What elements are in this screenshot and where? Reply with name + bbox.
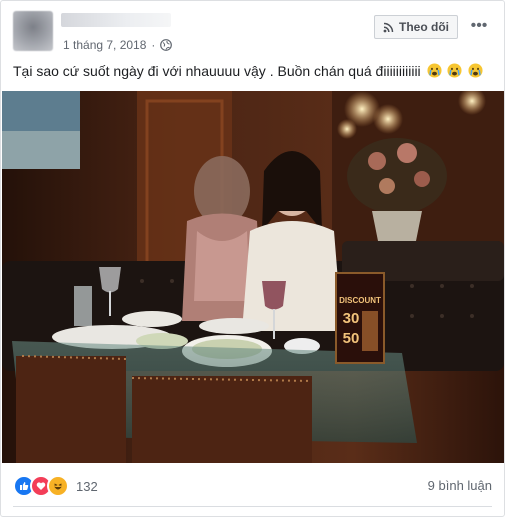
- discount-sign: DISCOUNT 30 50: [335, 272, 385, 364]
- post-header: 1 tháng 7, 2018 · Theo dõi •••: [13, 11, 492, 59]
- post-photo[interactable]: DISCOUNT 30 50: [2, 91, 504, 463]
- crying-emoji-icon: [427, 63, 442, 78]
- reaction-summary[interactable]: 132: [13, 475, 98, 497]
- sign-value-2: 50: [343, 330, 360, 347]
- globe-icon: [160, 39, 173, 51]
- post-date[interactable]: 1 tháng 7, 2018: [63, 38, 146, 52]
- sign-title: DISCOUNT: [339, 296, 381, 305]
- crying-emoji-icon: [447, 63, 462, 78]
- dot-separator: ·: [151, 38, 156, 52]
- author-avatar[interactable]: [13, 11, 53, 51]
- post-message: Tại sao cứ suốt ngày đi với nhauuuu vậy …: [13, 63, 421, 79]
- post-text: Tại sao cứ suốt ngày đi với nhauuuu vậy …: [13, 61, 498, 81]
- footer-divider: [13, 506, 492, 507]
- post-card: 1 tháng 7, 2018 · Theo dõi ••• Tại sao c…: [0, 0, 505, 517]
- crying-emoji-icon: [468, 63, 483, 78]
- more-icon[interactable]: •••: [468, 15, 490, 37]
- author-name-redacted[interactable]: [61, 13, 171, 27]
- follow-label: Theo dõi: [399, 20, 449, 34]
- post-meta: 1 tháng 7, 2018 ·: [63, 38, 173, 52]
- post-footer: 132 9 bình luận: [13, 471, 492, 501]
- comments-count[interactable]: 9 bình luận: [428, 478, 492, 493]
- sign-value-1: 30: [343, 310, 360, 327]
- follow-button[interactable]: Theo dõi: [374, 15, 458, 39]
- haha-icon: [47, 475, 69, 497]
- rss-icon: [383, 22, 394, 32]
- reaction-count[interactable]: 132: [76, 479, 98, 494]
